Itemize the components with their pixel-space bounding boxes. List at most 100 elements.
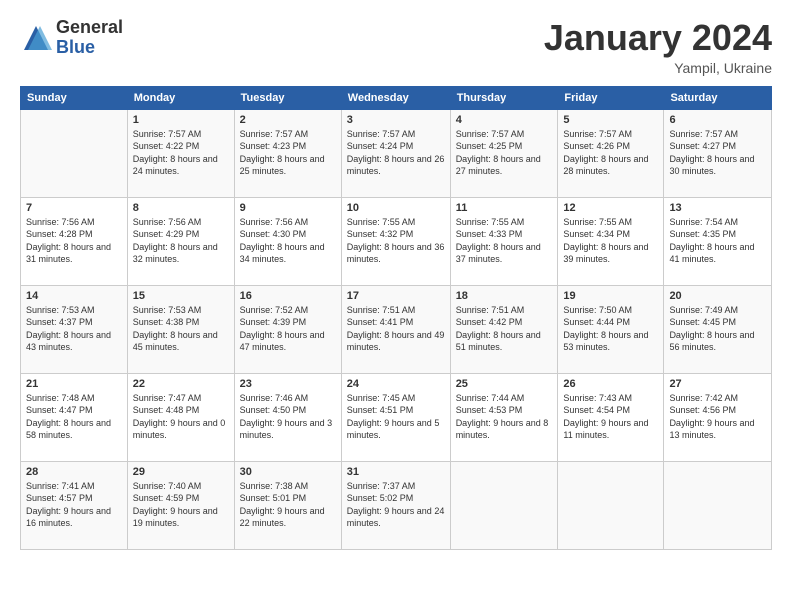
day-number: 11 (456, 202, 553, 214)
calendar-week-row: 21 Sunrise: 7:48 AMSunset: 4:47 PMDayligh… (21, 373, 772, 461)
location-subtitle: Yampil, Ukraine (544, 60, 772, 76)
day-number: 21 (26, 378, 122, 390)
calendar-cell: 18 Sunrise: 7:51 AMSunset: 4:42 PMDayligh… (450, 285, 558, 373)
month-title: January 2024 (544, 18, 772, 58)
day-detail: Sunrise: 7:57 AMSunset: 4:27 PMDaylight:… (669, 128, 766, 178)
title-block: January 2024 Yampil, Ukraine (544, 18, 772, 76)
calendar-cell: 13Sunrise: 7:54 AMSunset: 4:35 PMDayligh… (664, 197, 772, 285)
calendar-week-row: 7 Sunrise: 7:56 AMSunset: 4:28 PMDaylight… (21, 197, 772, 285)
day-number: 19 (563, 290, 658, 302)
calendar-day-header: Sunday (21, 86, 128, 109)
calendar-table: SundayMondayTuesdayWednesdayThursdayFrid… (20, 86, 772, 550)
day-number: 2 (240, 114, 336, 126)
day-number: 12 (563, 202, 658, 214)
day-detail: Sunrise: 7:42 AMSunset: 4:56 PMDaylight:… (669, 392, 766, 442)
day-number: 18 (456, 290, 553, 302)
day-detail: Sunrise: 7:53 AMSunset: 4:38 PMDaylight:… (133, 304, 229, 354)
calendar-cell: 11Sunrise: 7:55 AMSunset: 4:33 PMDayligh… (450, 197, 558, 285)
calendar-cell: 1 Sunrise: 7:57 AMSunset: 4:22 PMDaylight… (127, 109, 234, 197)
day-number: 28 (26, 466, 122, 478)
day-number: 4 (456, 114, 553, 126)
day-number: 24 (347, 378, 445, 390)
day-number: 22 (133, 378, 229, 390)
day-detail: Sunrise: 7:45 AMSunset: 4:51 PMDaylight:… (347, 392, 445, 442)
day-number: 9 (240, 202, 336, 214)
calendar-cell: 26 Sunrise: 7:43 AMSunset: 4:54 PMDayligh… (558, 373, 664, 461)
day-detail: Sunrise: 7:48 AMSunset: 4:47 PMDaylight:… (26, 392, 122, 442)
day-number: 16 (240, 290, 336, 302)
calendar-cell: 7 Sunrise: 7:56 AMSunset: 4:28 PMDaylight… (21, 197, 128, 285)
calendar-cell: 12Sunrise: 7:55 AMSunset: 4:34 PMDayligh… (558, 197, 664, 285)
calendar-cell: 5 Sunrise: 7:57 AMSunset: 4:26 PMDaylight… (558, 109, 664, 197)
logo-blue: Blue (56, 38, 123, 58)
calendar-cell: 23 Sunrise: 7:46 AMSunset: 4:50 PMDayligh… (234, 373, 341, 461)
calendar-cell: 31 Sunrise: 7:37 AMSunset: 5:02 PMDayligh… (341, 461, 450, 549)
day-number: 10 (347, 202, 445, 214)
day-detail: Sunrise: 7:56 AMSunset: 4:30 PMDaylight:… (240, 216, 336, 266)
calendar-cell: 30 Sunrise: 7:38 AMSunset: 5:01 PMDayligh… (234, 461, 341, 549)
day-number: 7 (26, 202, 122, 214)
day-detail: Sunrise: 7:37 AMSunset: 5:02 PMDaylight:… (347, 480, 445, 530)
day-detail: Sunrise: 7:56 AMSunset: 4:28 PMDaylight:… (26, 216, 122, 266)
calendar-cell: 27Sunrise: 7:42 AMSunset: 4:56 PMDayligh… (664, 373, 772, 461)
calendar-cell: 14 Sunrise: 7:53 AMSunset: 4:37 PMDayligh… (21, 285, 128, 373)
day-detail: Sunrise: 7:57 AMSunset: 4:24 PMDaylight:… (347, 128, 445, 178)
day-number: 17 (347, 290, 445, 302)
day-number: 15 (133, 290, 229, 302)
day-detail: Sunrise: 7:51 AMSunset: 4:41 PMDaylight:… (347, 304, 445, 354)
calendar-cell: 4 Sunrise: 7:57 AMSunset: 4:25 PMDaylight… (450, 109, 558, 197)
day-number: 8 (133, 202, 229, 214)
calendar-cell: 25 Sunrise: 7:44 AMSunset: 4:53 PMDayligh… (450, 373, 558, 461)
calendar-day-header: Thursday (450, 86, 558, 109)
day-detail: Sunrise: 7:51 AMSunset: 4:42 PMDaylight:… (456, 304, 553, 354)
calendar-cell: 15 Sunrise: 7:53 AMSunset: 4:38 PMDayligh… (127, 285, 234, 373)
logo-icon (20, 22, 52, 54)
day-detail: Sunrise: 7:55 AMSunset: 4:32 PMDaylight:… (347, 216, 445, 266)
day-number: 13 (669, 202, 766, 214)
calendar-cell: 6 Sunrise: 7:57 AMSunset: 4:27 PMDaylight… (664, 109, 772, 197)
day-number: 25 (456, 378, 553, 390)
calendar-cell: 24 Sunrise: 7:45 AMSunset: 4:51 PMDayligh… (341, 373, 450, 461)
logo-general: General (56, 18, 123, 38)
calendar-cell: 29Sunrise: 7:40 AMSunset: 4:59 PMDayligh… (127, 461, 234, 549)
calendar-cell: 16Sunrise: 7:52 AMSunset: 4:39 PMDayligh… (234, 285, 341, 373)
day-detail: Sunrise: 7:44 AMSunset: 4:53 PMDaylight:… (456, 392, 553, 442)
day-detail: Sunrise: 7:47 AMSunset: 4:48 PMDaylight:… (133, 392, 229, 442)
day-detail: Sunrise: 7:57 AMSunset: 4:26 PMDaylight:… (563, 128, 658, 178)
day-detail: Sunrise: 7:53 AMSunset: 4:37 PMDaylight:… (26, 304, 122, 354)
calendar-cell: 8Sunrise: 7:56 AMSunset: 4:29 PMDaylight… (127, 197, 234, 285)
calendar-cell (21, 109, 128, 197)
day-detail: Sunrise: 7:49 AMSunset: 4:45 PMDaylight:… (669, 304, 766, 354)
calendar-cell: 10 Sunrise: 7:55 AMSunset: 4:32 PMDayligh… (341, 197, 450, 285)
day-detail: Sunrise: 7:57 AMSunset: 4:23 PMDaylight:… (240, 128, 336, 178)
calendar-day-header: Friday (558, 86, 664, 109)
day-number: 5 (563, 114, 658, 126)
day-detail: Sunrise: 7:50 AMSunset: 4:44 PMDaylight:… (563, 304, 658, 354)
logo: General Blue (20, 18, 123, 58)
day-detail: Sunrise: 7:38 AMSunset: 5:01 PMDaylight:… (240, 480, 336, 530)
day-detail: Sunrise: 7:57 AMSunset: 4:22 PMDaylight:… (133, 128, 229, 178)
calendar-cell: 20Sunrise: 7:49 AMSunset: 4:45 PMDayligh… (664, 285, 772, 373)
calendar-day-header: Saturday (664, 86, 772, 109)
calendar-day-header: Wednesday (341, 86, 450, 109)
day-number: 30 (240, 466, 336, 478)
calendar-week-row: 28Sunrise: 7:41 AMSunset: 4:57 PMDayligh… (21, 461, 772, 549)
day-number: 26 (563, 378, 658, 390)
calendar-cell: 3Sunrise: 7:57 AMSunset: 4:24 PMDaylight… (341, 109, 450, 197)
calendar-cell: 9 Sunrise: 7:56 AMSunset: 4:30 PMDaylight… (234, 197, 341, 285)
day-number: 23 (240, 378, 336, 390)
day-number: 1 (133, 114, 229, 126)
header: General Blue January 2024 Yampil, Ukrain… (20, 18, 772, 76)
day-number: 29 (133, 466, 229, 478)
calendar-week-row: 1 Sunrise: 7:57 AMSunset: 4:22 PMDaylight… (21, 109, 772, 197)
calendar-cell: 19 Sunrise: 7:50 AMSunset: 4:44 PMDayligh… (558, 285, 664, 373)
day-number: 6 (669, 114, 766, 126)
calendar-day-header: Tuesday (234, 86, 341, 109)
day-detail: Sunrise: 7:57 AMSunset: 4:25 PMDaylight:… (456, 128, 553, 178)
day-number: 14 (26, 290, 122, 302)
day-number: 31 (347, 466, 445, 478)
calendar-day-header: Monday (127, 86, 234, 109)
day-detail: Sunrise: 7:43 AMSunset: 4:54 PMDaylight:… (563, 392, 658, 442)
day-detail: Sunrise: 7:46 AMSunset: 4:50 PMDaylight:… (240, 392, 336, 442)
calendar-cell (558, 461, 664, 549)
